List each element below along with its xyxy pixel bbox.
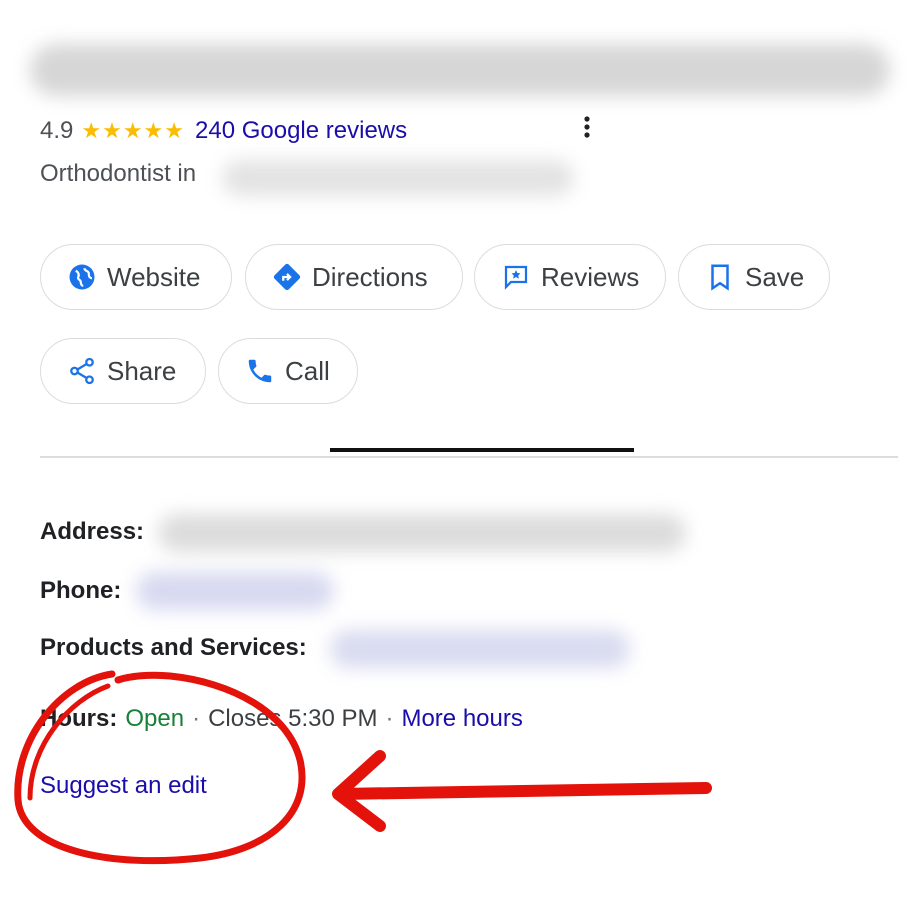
reviews-label: Reviews <box>541 261 640 292</box>
more-hours-link[interactable]: More hours <box>401 705 522 733</box>
active-tab-indicator <box>330 448 634 452</box>
phone-row: Phone: <box>40 577 121 605</box>
separator-dot: · <box>192 705 201 732</box>
website-label: Website <box>107 261 201 292</box>
reviews-icon <box>501 262 531 292</box>
save-button[interactable]: Save <box>678 244 830 310</box>
directions-button[interactable]: Directions <box>245 244 463 310</box>
call-label: Call <box>285 355 330 386</box>
products-redacted <box>330 630 630 668</box>
annotation-circle <box>14 670 306 865</box>
call-button[interactable]: Call <box>218 338 358 404</box>
annotation-arrow <box>334 782 712 800</box>
hours-row: Hours: Open · Closes 5:30 PM · More hour… <box>40 705 523 733</box>
phone-icon <box>245 356 275 386</box>
category-prefix: Orthodontist in <box>40 160 197 187</box>
save-label: Save <box>745 261 805 292</box>
products-row: Products and Services: <box>40 634 307 662</box>
share-label: Share <box>107 355 177 386</box>
directions-icon <box>272 262 302 292</box>
business-category: Orthodontist in <box>40 160 196 188</box>
rating-row: 4.9 ★★★★★ 240 Google reviews <box>40 114 407 148</box>
address-row: Address: <box>40 518 144 546</box>
share-icon <box>67 356 97 386</box>
phone-label: Phone: <box>40 577 122 604</box>
location-redacted <box>222 160 574 196</box>
hours-label: Hours: <box>40 705 118 732</box>
business-title-redacted <box>30 44 890 96</box>
suggest-edit-link[interactable]: Suggest an edit <box>40 772 207 800</box>
bookmark-icon <box>705 262 735 292</box>
share-button[interactable]: Share <box>40 338 206 404</box>
separator-dot: · <box>385 705 394 732</box>
open-status: Open <box>125 705 185 732</box>
reviews-link[interactable]: 240 Google reviews <box>195 117 407 145</box>
annotation-arrowhead <box>332 750 386 832</box>
address-redacted <box>158 514 686 552</box>
star-rating-icon: ★★★★★ <box>81 118 185 143</box>
more-options-icon[interactable] <box>580 114 594 142</box>
section-divider <box>40 456 898 458</box>
closing-time: Closes 5:30 PM <box>208 705 378 732</box>
directions-label: Directions <box>312 261 428 292</box>
website-button[interactable]: Website <box>40 244 232 310</box>
phone-redacted <box>136 572 334 610</box>
rating-score: 4.9 <box>40 117 74 144</box>
address-label: Address: <box>40 518 145 545</box>
globe-icon <box>67 262 97 292</box>
reviews-button[interactable]: Reviews <box>474 244 666 310</box>
products-label: Products and Services: <box>40 634 307 661</box>
